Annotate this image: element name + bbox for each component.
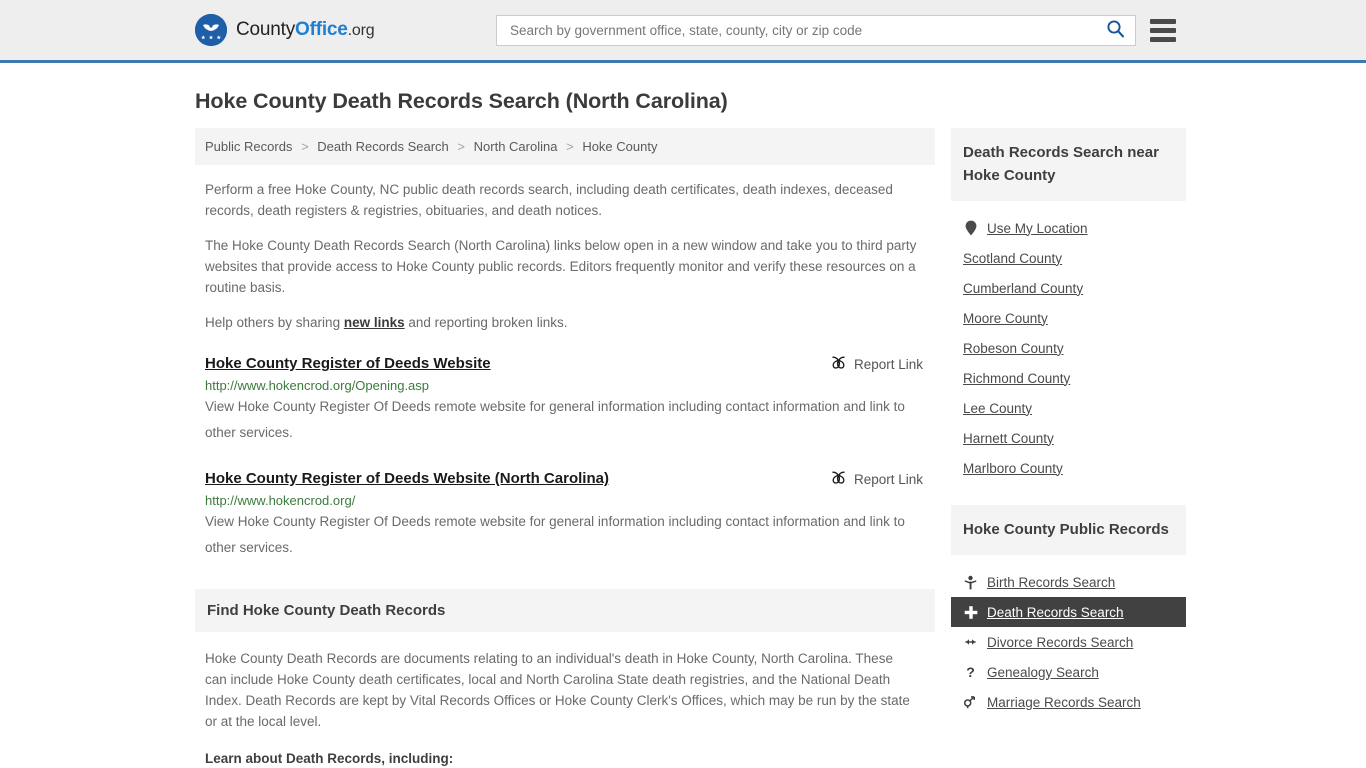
breadcrumb-item-north-carolina[interactable]: North Carolina [474,139,558,154]
find-records-paragraph: Hoke County Death Records are documents … [205,651,910,729]
baby-icon [963,575,978,590]
report-link-button[interactable]: Report Link [830,470,923,488]
hamburger-menu-button[interactable] [1150,18,1176,42]
sidebar-item-label[interactable]: Marriage Records Search [987,695,1141,710]
eagle-seal-logo-icon [195,14,227,46]
nearby-searches-list: Use My Location Scotland County Cumberla… [951,201,1186,483]
nearby-searches-panel: Death Records Search near Hoke County Us… [951,128,1186,483]
sidebar-item-label[interactable]: Genealogy Search [987,665,1099,680]
breadcrumb-separator: > [457,139,466,154]
intro-paragraph-3: Help others by sharing new links and rep… [205,312,920,333]
resource-link-header-row: Hoke County Register of Deeds Website Re… [205,355,935,373]
broken-link-icon [830,470,847,488]
sidebar-item-label[interactable]: Scotland County [963,251,1062,266]
breadcrumb-item-hoke-county[interactable]: Hoke County [582,139,657,154]
breadcrumb-separator: > [301,139,309,154]
find-records-section-body: Hoke County Death Records are documents … [205,648,935,768]
intro-paragraph-2: The Hoke County Death Records Search (No… [205,238,917,295]
sidebar-item-cumberland-county[interactable]: Cumberland County [951,273,1186,303]
search-icon [1106,19,1125,41]
resource-link-list: Hoke County Register of Deeds Website Re… [195,355,935,561]
resource-link-url: http://www.hokencrod.org/ [205,493,356,508]
resource-link-description: View Hoke County Register Of Deeds remot… [205,399,905,440]
cross-icon [963,605,978,620]
menu-bar-2 [1150,27,1176,33]
public-records-panel: Hoke County Public Records Birth Records… [951,505,1186,717]
search-button[interactable] [1102,19,1129,41]
male-female-icon [963,695,978,709]
menu-bar-1 [1150,18,1176,24]
breadcrumb-item-death-records-search[interactable]: Death Records Search [317,139,449,154]
public-records-heading: Hoke County Public Records [951,505,1186,555]
main-column: Public Records > Death Records Search > … [195,128,935,768]
report-link-label: Report Link [853,471,923,487]
sidebar-item-divorce-records-search[interactable]: Divorce Records Search [951,627,1186,657]
brand-tld: .org [347,22,375,39]
sidebar-item-marriage-records-search[interactable]: Marriage Records Search [951,687,1186,717]
page-title: Hoke County Death Records Search (North … [195,89,728,113]
sidebar-item-label[interactable]: Moore County [963,311,1048,326]
sidebar-item-label[interactable]: Divorce Records Search [987,635,1133,650]
sidebar-item-scotland-county[interactable]: Scotland County [951,243,1186,273]
share-text-before: Help others by sharing [205,315,344,330]
resource-link-header-row: Hoke County Register of Deeds Website (N… [205,470,935,488]
public-records-list: Birth Records Search Death Records Searc… [951,555,1186,717]
broken-link-icon [830,355,847,373]
site-header: CountyOffice.org [0,0,1366,63]
sidebar-item-marlboro-county[interactable]: Marlboro County [951,453,1186,483]
sidebar-item-label[interactable]: Robeson County [963,341,1064,356]
site-logo-text: CountyOffice.org [236,19,375,41]
sidebar-item-label[interactable]: Use My Location [987,221,1088,236]
breadcrumb: Public Records > Death Records Search > … [195,128,935,165]
sidebar-item-death-records-search[interactable]: Death Records Search [951,597,1186,627]
sidebar-item-label[interactable]: Marlboro County [963,461,1063,476]
nearby-searches-heading: Death Records Search near Hoke County [951,128,1186,201]
double-arrow-icon [963,636,978,648]
site-logo-link[interactable]: CountyOffice.org [195,14,375,46]
breadcrumb-separator: > [566,139,574,154]
sidebar-item-label[interactable]: Lee County [963,401,1032,416]
menu-bar-3 [1150,36,1176,42]
question-mark-icon: ? [966,664,975,680]
sidebar-item-label[interactable]: Cumberland County [963,281,1083,296]
resource-link-item: Hoke County Register of Deeds Website Re… [205,355,935,446]
content-columns: Public Records > Death Records Search > … [195,128,1186,768]
breadcrumb-item-public-records[interactable]: Public Records [205,139,292,154]
brand-word-2: Office [295,19,348,40]
sidebar-item-lee-county[interactable]: Lee County [951,393,1186,423]
sidebar-item-richmond-county[interactable]: Richmond County [951,363,1186,393]
page-container: Hoke County Death Records Search (North … [0,89,1366,768]
search-bar[interactable] [496,14,1136,46]
brand-word-1: County [236,19,296,40]
resource-link-item: Hoke County Register of Deeds Website (N… [205,470,935,561]
resource-link-description: View Hoke County Register Of Deeds remot… [205,514,905,555]
report-link-button[interactable]: Report Link [830,355,923,373]
learn-about-heading: Learn about Death Records, including: [205,751,454,766]
map-pin-icon [963,220,978,236]
resource-link-title[interactable]: Hoke County Register of Deeds Website (N… [205,470,609,487]
sidebar-item-genealogy-search[interactable]: ? Genealogy Search [951,657,1186,687]
share-text-after: and reporting broken links. [404,315,568,330]
sidebar-item-label[interactable]: Harnett County [963,431,1054,446]
intro-paragraph-1: Perform a free Hoke County, NC public de… [205,182,893,218]
search-input[interactable] [508,15,1102,45]
report-link-label: Report Link [853,356,923,372]
sidebar-item-label[interactable]: Birth Records Search [987,575,1115,590]
resource-link-url: http://www.hokencrod.org/Opening.asp [205,378,430,393]
sidebar-item-label[interactable]: Richmond County [963,371,1070,386]
resource-link-title[interactable]: Hoke County Register of Deeds Website [205,355,491,372]
sidebar-item-moore-county[interactable]: Moore County [951,303,1186,333]
sidebar: Death Records Search near Hoke County Us… [951,128,1186,739]
sidebar-item-robeson-county[interactable]: Robeson County [951,333,1186,363]
new-links-link[interactable]: new links [344,315,405,330]
sidebar-item-label[interactable]: Death Records Search [987,605,1124,620]
sidebar-item-birth-records-search[interactable]: Birth Records Search [951,567,1186,597]
sidebar-item-harnett-county[interactable]: Harnett County [951,423,1186,453]
find-records-section-heading: Find Hoke County Death Records [195,589,935,632]
sidebar-item-use-my-location[interactable]: Use My Location [951,213,1186,243]
